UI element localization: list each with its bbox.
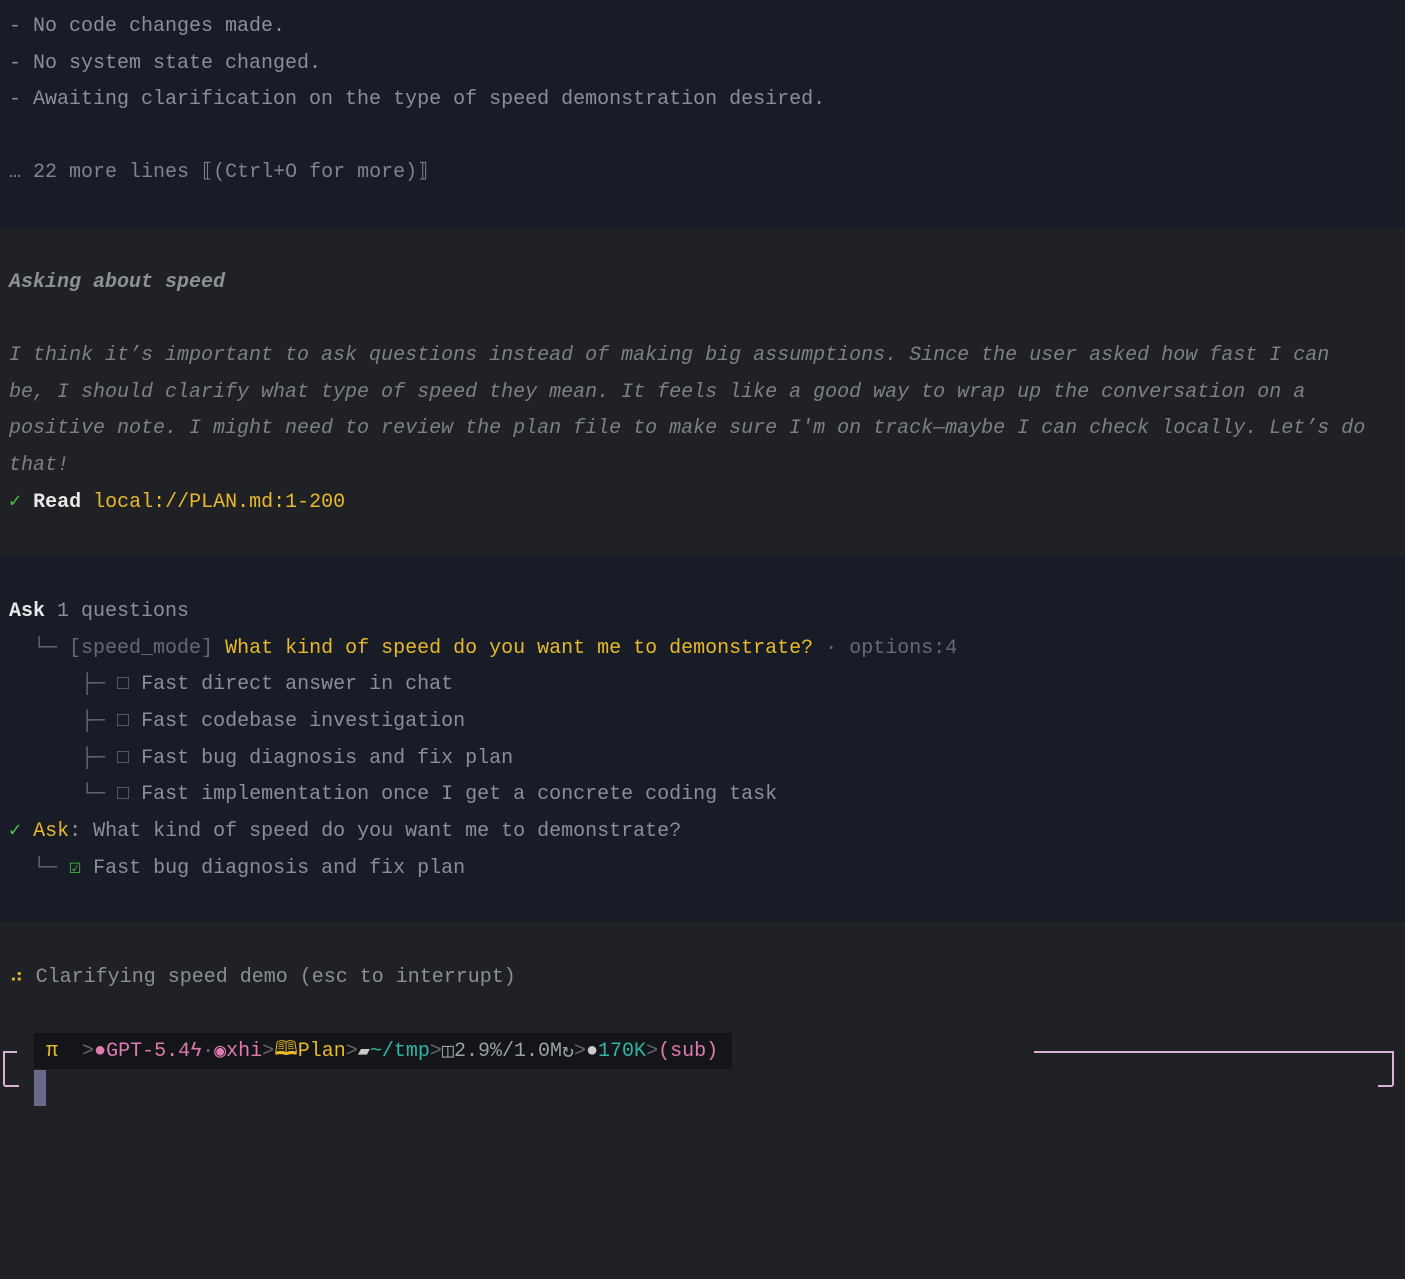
option-item[interactable]: ├─ □ Fast bug diagnosis and fix plan bbox=[9, 747, 513, 771]
separator: > bbox=[82, 1039, 95, 1063]
working-status: ⠴ Clarifying speed demo (esc to interrup… bbox=[9, 966, 516, 990]
option-item[interactable]: ├─ □ Fast direct answer in chat bbox=[9, 673, 453, 697]
ask-label: Ask bbox=[9, 600, 46, 623]
option-item[interactable]: ├─ □ Fast codebase investigation bbox=[9, 710, 465, 734]
subscription-label: (sub) bbox=[658, 1039, 719, 1063]
checkbox-empty-icon: □ bbox=[117, 783, 130, 806]
option-label: Fast codebase investigation bbox=[141, 710, 466, 733]
separator: > bbox=[262, 1039, 275, 1063]
refresh-icon: ↻ bbox=[561, 1041, 575, 1064]
separator: > bbox=[345, 1039, 358, 1063]
thinking-title: Asking about speed bbox=[9, 271, 226, 294]
model-name[interactable]: GPT-5.4 bbox=[106, 1040, 190, 1063]
checkbox-checked-icon: ☑ bbox=[69, 857, 82, 880]
separator: > bbox=[646, 1039, 659, 1063]
ask-count: 1 questions bbox=[57, 600, 190, 623]
ask-block: Ask 1 questions └─ [speed_mode] What kin… bbox=[0, 556, 1405, 922]
checkbox-empty-icon: □ bbox=[117, 673, 130, 696]
checkbox-empty-icon: □ bbox=[117, 710, 130, 733]
ask-answer: └─ ☑ Fast bug diagnosis and fix plan bbox=[9, 857, 466, 880]
check-icon: ✓ bbox=[9, 491, 22, 514]
read-label: Read bbox=[33, 491, 82, 514]
separator: > bbox=[429, 1039, 442, 1063]
lightning-icon: ϟ bbox=[190, 1039, 203, 1063]
moon-icon: ● bbox=[586, 1039, 599, 1063]
folder-icon: ▰ bbox=[357, 1041, 370, 1064]
question-id: [speed_mode] bbox=[69, 637, 214, 660]
check-icon: ✓ bbox=[9, 820, 22, 843]
question-text: What kind of speed do you want me to dem… bbox=[225, 637, 814, 660]
map-icon: 🕮 bbox=[274, 1039, 298, 1062]
read-tool-call: ✓ Read local://PLAN.md:1-200 bbox=[9, 491, 345, 515]
answer-text: Fast bug diagnosis and fix plan bbox=[93, 857, 466, 880]
read-path: local://PLAN.md:1-200 bbox=[93, 491, 346, 514]
text-cursor[interactable] bbox=[34, 1070, 46, 1106]
status-bar: π > ● GPT-5.4 ϟ · ◉ xhi > 🕮 Plan > ▰ ~/tm… bbox=[34, 1033, 733, 1069]
thinking-line: I think it’s important to ask questions … bbox=[9, 344, 1330, 367]
summary-line: - Awaiting clarification on the type of … bbox=[9, 88, 826, 111]
option-label: Fast direct answer in chat bbox=[141, 673, 454, 696]
directory: ~/tmp bbox=[369, 1039, 430, 1063]
working-text: Clarifying speed demo (esc to interrupt) bbox=[35, 966, 516, 989]
ask-result-label: Ask bbox=[33, 820, 70, 843]
context-usage: 2.9%/1.0M bbox=[453, 1039, 562, 1063]
option-item[interactable]: └─ □ Fast implementation once I get a co… bbox=[9, 783, 777, 807]
ask-header: Ask 1 questions bbox=[9, 600, 189, 624]
ask-question: └─ [speed_mode] What kind of speed do yo… bbox=[9, 637, 958, 660]
model-dot-icon: ● bbox=[94, 1039, 107, 1063]
option-label: Fast implementation once I get a concret… bbox=[141, 783, 778, 806]
question-meta: · options:4 bbox=[825, 637, 958, 660]
context-icon: ◫ bbox=[441, 1041, 454, 1064]
separator: > bbox=[574, 1039, 587, 1063]
thinking-line: positive note. I might need to review th… bbox=[9, 417, 1366, 440]
summary-line: - No code changes made. bbox=[9, 15, 286, 38]
thinking-block: Asking about speed I think it’s importan… bbox=[0, 227, 1405, 556]
ask-result-question: What kind of speed do you want me to dem… bbox=[93, 820, 682, 843]
thinking-line: that! bbox=[9, 454, 70, 477]
mode-label[interactable]: Plan bbox=[298, 1040, 346, 1063]
summary-block: - No code changes made. - No system stat… bbox=[0, 0, 1405, 227]
effort-icon: ◉ bbox=[214, 1041, 227, 1064]
input-area: ⠴ Clarifying speed demo (esc to interrup… bbox=[0, 922, 1405, 1279]
checkbox-empty-icon: □ bbox=[117, 747, 130, 770]
ask-result: ✓ Ask: What kind of speed do you want me… bbox=[9, 820, 682, 843]
option-label: Fast bug diagnosis and fix plan bbox=[141, 747, 514, 770]
spinner-icon: ⠴ bbox=[9, 966, 24, 989]
thinking-line: be, I should clarify what type of speed … bbox=[9, 381, 1306, 404]
effort-level[interactable]: xhi bbox=[226, 1040, 262, 1063]
token-count: 170K bbox=[598, 1039, 647, 1063]
summary-line: - No system state changed. bbox=[9, 52, 322, 75]
expand-more-link[interactable]: … 22 more lines ⟦(Ctrl+O for more)⟧ bbox=[9, 161, 429, 185]
pi-icon: π bbox=[46, 1039, 59, 1063]
